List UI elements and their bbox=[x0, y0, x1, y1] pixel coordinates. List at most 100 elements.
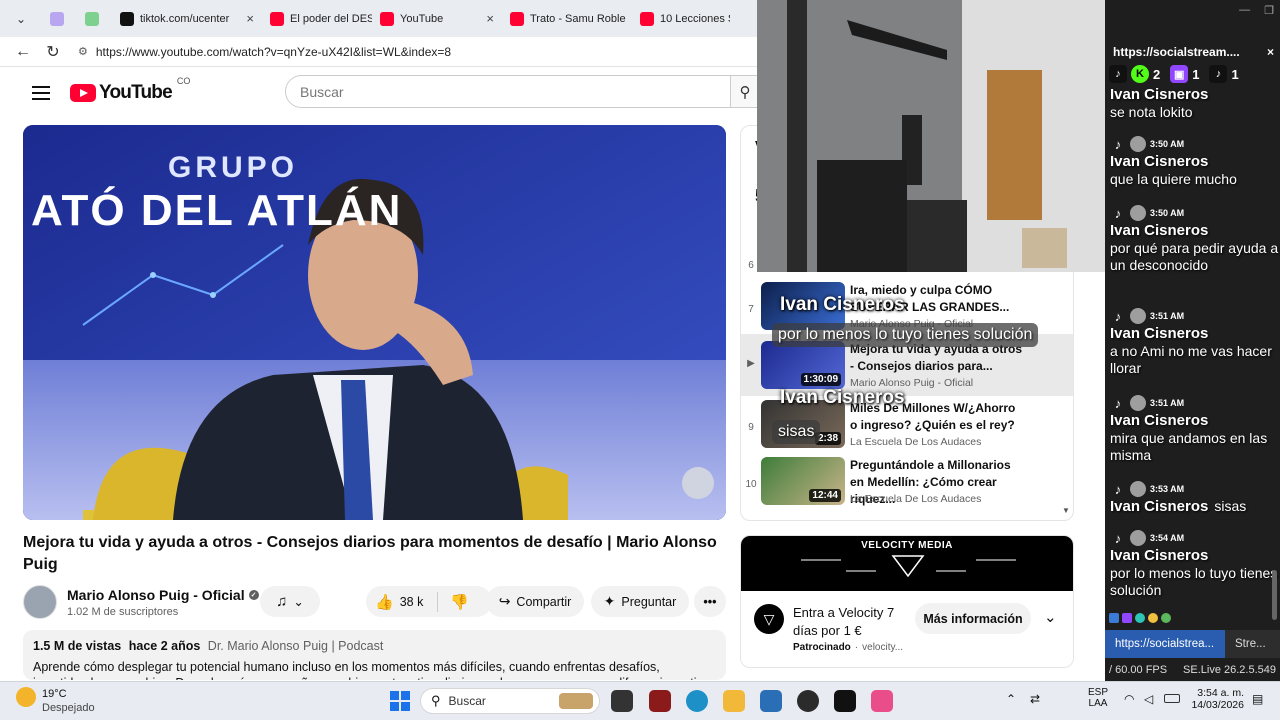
chat-text: a no Ami no me vas hacer llorar bbox=[1110, 343, 1272, 376]
region-code: CO bbox=[176, 76, 191, 86]
ad-banner: VELOCITY MEDIA bbox=[741, 536, 1073, 591]
weather-desc[interactable]: Despejado bbox=[42, 702, 95, 714]
app-shield-icon[interactable] bbox=[649, 690, 671, 712]
playlist-item[interactable]: 10 12:44 Preguntándole a Millonarios en … bbox=[741, 457, 1073, 515]
file-explorer-icon[interactable] bbox=[723, 690, 745, 712]
share-button[interactable]: ↪ Compartir bbox=[486, 586, 584, 617]
video-player[interactable]: GRUPO ATÓ DEL ATLÁN bbox=[23, 125, 726, 520]
clock-date: 14/03/2026 bbox=[1191, 699, 1244, 711]
task-view-icon[interactable] bbox=[611, 690, 633, 712]
tab-youtube[interactable]: YouTube × bbox=[372, 0, 502, 37]
url-field[interactable]: ⚙ https://www.youtube.com/watch?v=qnYze-… bbox=[78, 45, 451, 59]
obs-icon[interactable] bbox=[797, 690, 819, 712]
edge-icon[interactable] bbox=[686, 690, 708, 712]
reload-icon[interactable]: ↻ bbox=[38, 42, 68, 62]
tray-chevron-up-icon[interactable]: ⌃ bbox=[1006, 692, 1016, 706]
tiktok-icon: ♪ bbox=[1109, 65, 1127, 83]
search-button[interactable]: ⚲ bbox=[731, 75, 760, 108]
close-icon[interactable]: × bbox=[1267, 45, 1274, 59]
description-text: Aprende cómo desplegar tu potencial huma… bbox=[33, 660, 706, 680]
tab-camera[interactable] bbox=[42, 0, 77, 37]
tab-el-poder[interactable]: El poder del DESPE bbox=[262, 0, 372, 37]
notifications-icon[interactable]: ▤ bbox=[1252, 692, 1263, 706]
more-info-button[interactable]: Más información bbox=[915, 603, 1031, 634]
clock[interactable]: 3:54 a. m. 14/03/2026 bbox=[1190, 687, 1244, 711]
tab-tiktok[interactable]: tiktok.com/ucenter × bbox=[112, 0, 262, 37]
playlist-thumbnail: 1:30:09 bbox=[761, 341, 845, 389]
youtube-icon bbox=[510, 11, 524, 26]
chat-author: Ivan Cisneros bbox=[1110, 325, 1209, 342]
windows-start-icon[interactable] bbox=[389, 690, 411, 712]
thumbs-up-icon[interactable]: 👍 bbox=[375, 593, 394, 611]
maximize-icon[interactable]: ❐ bbox=[1264, 4, 1274, 17]
tab-green[interactable] bbox=[77, 0, 112, 37]
battery-icon[interactable] bbox=[1164, 694, 1180, 703]
chevron-down-icon: ⌄ bbox=[15, 11, 27, 26]
scroll-down-icon[interactable]: ▼ bbox=[1062, 506, 1070, 515]
playlist-index: 10 bbox=[745, 479, 757, 490]
description-tags[interactable]: Dr. Mario Alonso Puig | Podcast bbox=[208, 639, 384, 653]
description-box[interactable]: 1.5 M de vistas hace 2 años Dr. Mario Al… bbox=[23, 630, 726, 680]
chevron-down-icon[interactable]: ⌄ bbox=[1044, 608, 1057, 626]
volume-icon[interactable]: ◁ bbox=[1144, 692, 1153, 706]
twitch-icon: ▣ bbox=[1170, 65, 1189, 83]
chat-text: sisas bbox=[1214, 498, 1247, 514]
footer-tab-stream[interactable]: Stre... bbox=[1225, 630, 1280, 658]
overlay-message: por lo menos lo tuyo tienes solución bbox=[772, 323, 1039, 347]
channel-avatar[interactable] bbox=[23, 585, 57, 619]
app-icon bbox=[85, 11, 99, 26]
avatar bbox=[1130, 205, 1146, 221]
bell-icon: ♫ bbox=[276, 593, 288, 610]
tiktok-icon: ♪ bbox=[1114, 136, 1122, 152]
tab-label: Trato - Samu Roble bbox=[530, 12, 626, 25]
chat-scrollbar[interactable] bbox=[1272, 570, 1277, 620]
chat-author: Ivan Cisneros bbox=[1110, 86, 1209, 103]
tiktok-icon[interactable] bbox=[834, 690, 856, 712]
verified-icon: ✓ bbox=[248, 589, 259, 600]
overlay-name: Ivan Cisneros bbox=[780, 294, 905, 315]
chat-author: Ivan Cisneros bbox=[1110, 412, 1209, 429]
more-actions-button[interactable]: ••• bbox=[694, 586, 726, 617]
tab-trato[interactable]: Trato - Samu Roble × bbox=[502, 0, 632, 37]
notifications-button[interactable]: ♫ ⌄ bbox=[260, 586, 320, 617]
wifi-icon[interactable]: ◠ bbox=[1124, 692, 1134, 706]
thumbs-down-icon[interactable]: 👎 bbox=[450, 593, 469, 611]
chat-emoji-bar[interactable] bbox=[1109, 613, 1249, 627]
back-arrow-icon[interactable]: ← bbox=[8, 43, 38, 61]
ad-text: Entra a Velocity 7 días por 1 € bbox=[793, 605, 895, 638]
youtube-logo[interactable]: YouTube CO bbox=[70, 76, 190, 104]
close-icon[interactable]: × bbox=[486, 11, 494, 26]
ad-card[interactable]: VELOCITY MEDIA ▽ Entra a Velocity 7 días… bbox=[740, 535, 1074, 668]
tab-label: El poder del DESPE bbox=[290, 12, 372, 25]
close-icon[interactable]: × bbox=[246, 11, 254, 26]
divider bbox=[437, 591, 439, 612]
ask-button[interactable]: ✦ Preguntar bbox=[591, 586, 689, 617]
chat-message: ♪ 3:50 AM Ivan Cisneros que la quiere muc… bbox=[1105, 135, 1280, 188]
tab-list-button[interactable]: ⌄ bbox=[6, 4, 36, 34]
kick-icon: K bbox=[1131, 65, 1149, 83]
like-count[interactable]: 38 k bbox=[400, 595, 424, 609]
store-icon[interactable] bbox=[760, 690, 782, 712]
channel-name[interactable]: Mario Alonso Puig - Oficial bbox=[67, 587, 245, 603]
tiktok-icon: ♪ bbox=[1209, 65, 1228, 83]
sparkle-icon: ✦ bbox=[603, 593, 616, 609]
minimize-icon[interactable]: — bbox=[1239, 4, 1250, 17]
weather-temp[interactable]: 19°C bbox=[42, 688, 67, 700]
taskbar-search-label: Buscar bbox=[448, 694, 486, 708]
menu-icon[interactable] bbox=[32, 86, 50, 100]
network-share-icon[interactable]: ⇄ bbox=[1030, 692, 1040, 706]
language-indicator[interactable]: ESP LAA bbox=[1088, 687, 1108, 709]
avatar bbox=[1130, 481, 1146, 497]
playlist-item-channel: La Escuela De Los Audaces bbox=[850, 493, 982, 505]
chat-time: 3:51 AM bbox=[1150, 398, 1185, 408]
playlist-thumbnail: 12:44 bbox=[761, 457, 845, 505]
footer-tab-socialstream[interactable]: https://socialstrea... bbox=[1105, 630, 1225, 658]
socialstream-icon[interactable] bbox=[871, 690, 893, 712]
chat-message: ♪ 3:51 AM Ivan Cisneros mira que andamos … bbox=[1105, 394, 1280, 464]
tab-10-lecciones[interactable]: 10 Lecciones So bbox=[632, 0, 730, 37]
search-input[interactable]: Buscar bbox=[285, 75, 731, 108]
site-info-icon[interactable]: ⚙ bbox=[78, 45, 88, 58]
now-playing-icon: ▶ bbox=[747, 358, 755, 369]
avatar bbox=[1130, 136, 1146, 152]
taskbar-search[interactable]: ⚲ Buscar bbox=[420, 688, 600, 714]
